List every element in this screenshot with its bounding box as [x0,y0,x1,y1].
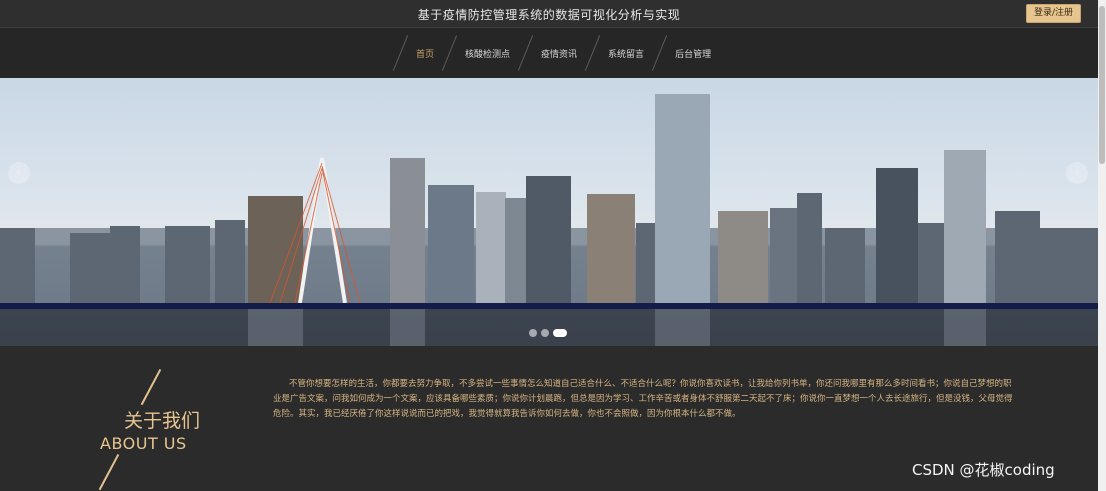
scrollbar-thumb[interactable] [1099,6,1105,164]
page-scrollbar[interactable] [1098,0,1106,491]
carousel-prev-button[interactable]: ‹ [8,162,30,184]
carousel-next-button[interactable]: › [1066,162,1088,184]
carousel-indicators [529,329,567,337]
chevron-right-icon: › [1074,166,1080,179]
carousel-dot-active[interactable] [553,329,567,337]
about-text: 不管你想要怎样的生活，你都要去努力争取，不多尝试一些事情怎么知道自己适合什么、不… [273,379,1013,419]
site-title: 基于疫情防控管理系统的数据可视化分析与实现 [417,8,681,22]
about-title-cn: 关于我们 [124,410,201,432]
nav-divider [392,35,409,71]
login-register-button[interactable]: 登录/注册 [1025,4,1081,23]
carousel-dot[interactable] [541,329,549,337]
nav-menu: 首页 核酸检测点 疫情资讯 系统留言 后台管理 [385,28,711,78]
main-navbar: 首页 核酸检测点 疫情资讯 系统留言 后台管理 [0,28,1098,78]
nav-item-home[interactable]: 首页 [416,47,434,60]
top-header: 基于疫情防控管理系统的数据可视化分析与实现 登录/注册 [0,0,1098,28]
nav-item-epidemic-news[interactable]: 疫情资讯 [541,47,577,60]
nav-item-admin[interactable]: 后台管理 [675,47,711,60]
nav-divider [584,35,601,71]
csdn-watermark: CSDN @花椒coding [912,461,1055,479]
chevron-left-icon: ‹ [16,166,22,179]
carousel-dot[interactable] [529,329,537,337]
nav-divider [651,35,668,71]
decorative-line [98,453,119,491]
nav-divider [441,35,458,71]
hero-carousel[interactable]: ‹ › [0,78,1098,346]
city-skyline-image [0,94,1098,346]
nav-divider [517,35,534,71]
decorative-line [140,368,161,406]
about-title-en: ABOUT US [100,434,187,453]
nav-item-messages[interactable]: 系统留言 [608,47,644,60]
nav-item-testing-sites[interactable]: 核酸检测点 [465,47,510,60]
